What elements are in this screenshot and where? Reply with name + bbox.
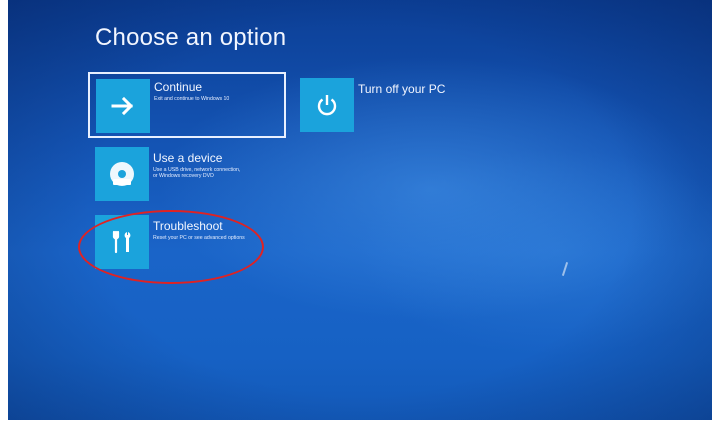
- arrow-right-icon: [111, 96, 134, 116]
- background-vignette: [8, 0, 712, 420]
- page-title: Choose an option: [95, 24, 287, 51]
- troubleshoot-option[interactable]: Troubleshoot Reset your PC or see advanc…: [95, 215, 295, 271]
- continue-tile: [96, 79, 150, 133]
- use-device-tile: [95, 147, 149, 201]
- turn-off-label: Turn off your PC: [358, 82, 446, 96]
- tools-icon: [112, 230, 131, 254]
- continue-option[interactable]: Continue Exit and continue to Windows 10: [88, 72, 286, 138]
- use-device-option[interactable]: Use a device Use a USB drive, network co…: [95, 147, 295, 203]
- power-icon: [317, 95, 337, 116]
- troubleshoot-description: Reset your PC or see advanced options: [153, 235, 245, 241]
- troubleshoot-label: Troubleshoot: [153, 219, 223, 233]
- use-device-description-line2: or Windows recovery DVD: [153, 173, 214, 180]
- troubleshoot-tile: [95, 215, 149, 269]
- recovery-screen: Choose an option Continue Exit and conti…: [8, 0, 712, 420]
- continue-label: Continue: [154, 80, 203, 94]
- use-device-description: Use a USB drive, network connection, or …: [153, 167, 240, 180]
- turn-off-tile: [300, 78, 354, 132]
- turn-off-option[interactable]: Turn off your PC: [300, 78, 470, 134]
- use-device-label: Use a device: [153, 151, 223, 165]
- disc-drive-icon: [110, 162, 134, 186]
- screen-reflection: [561, 262, 569, 276]
- continue-description: Exit and continue to Windows 10: [154, 96, 230, 102]
